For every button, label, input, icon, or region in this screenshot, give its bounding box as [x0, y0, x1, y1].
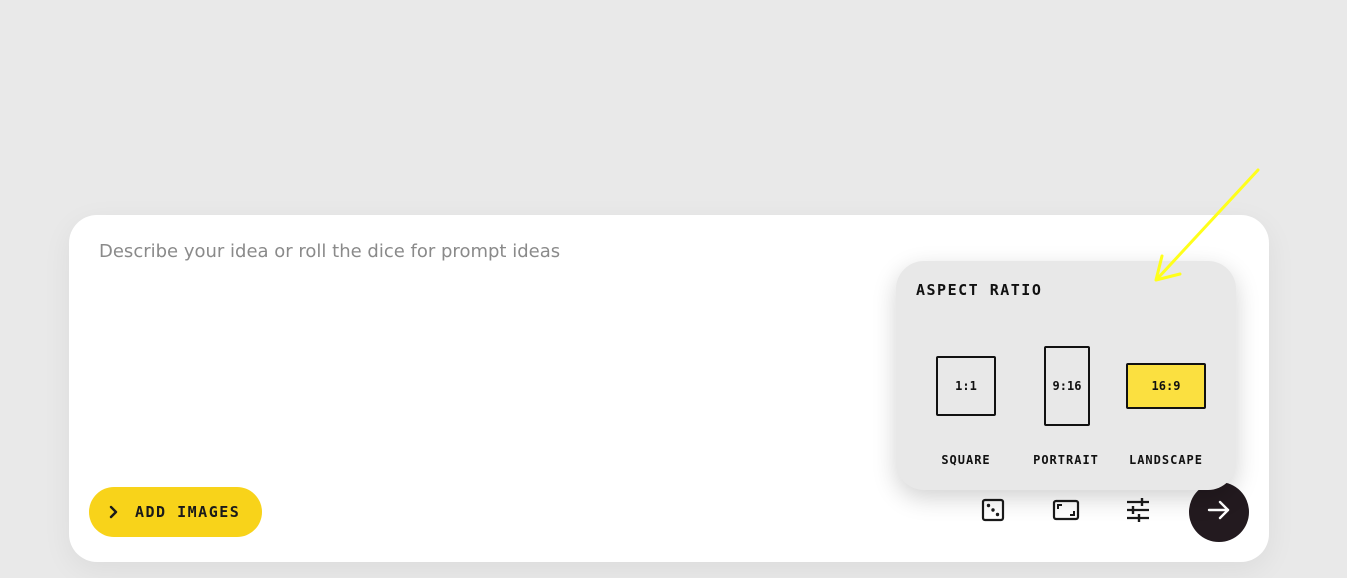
ratio-box-portrait: 9:16: [1044, 346, 1090, 426]
aspect-option-square[interactable]: 1:1 SQUARE: [916, 331, 1016, 481]
page: ADD IMAGES: [0, 0, 1347, 578]
ratio-label-landscape: LANDSCAPE: [1128, 453, 1204, 467]
dice-button[interactable]: [978, 497, 1008, 527]
aspect-option-portrait[interactable]: 9:16 PORTRAIT: [1016, 331, 1116, 481]
aspect-option-landscape[interactable]: 16:9 LANDSCAPE: [1116, 331, 1216, 481]
prompt-input[interactable]: [99, 241, 879, 441]
arrow-right-icon: [1206, 497, 1232, 528]
ratio-label-square: SQUARE: [941, 453, 991, 467]
settings-button[interactable]: [1123, 497, 1153, 527]
dice-icon: [980, 497, 1006, 528]
aspect-ratio-popover: ASPECT RATIO 1:1 SQUARE 9:16 PORTRAIT 16…: [896, 261, 1236, 490]
aspect-ratio-icon: [1052, 497, 1080, 528]
ratio-box-landscape: 16:9: [1126, 363, 1206, 409]
add-images-button[interactable]: ADD IMAGES: [89, 487, 263, 537]
ratio-label-portrait: PORTRAIT: [1033, 453, 1099, 467]
add-images-label: ADD IMAGES: [135, 503, 241, 521]
popover-title: ASPECT RATIO: [916, 281, 1043, 299]
send-button[interactable]: [1189, 482, 1249, 542]
chevron-right-icon: [107, 505, 121, 519]
sliders-icon: [1125, 497, 1151, 528]
aspect-ratio-button[interactable]: [1051, 497, 1081, 527]
ratio-box-square: 1:1: [936, 356, 996, 416]
